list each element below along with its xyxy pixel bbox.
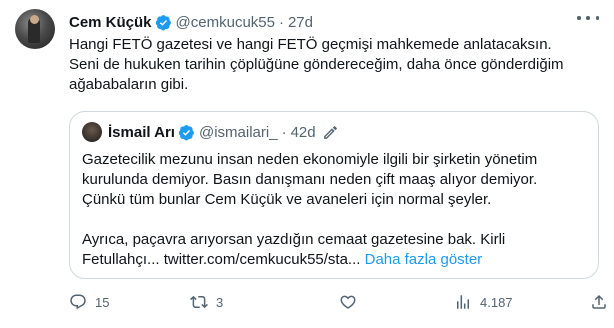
verified-badge-icon xyxy=(178,124,194,140)
retweet-icon xyxy=(190,295,208,309)
tweet-line: ağababaların gibi. xyxy=(69,76,189,93)
author-name[interactable]: Cem Küçük xyxy=(69,14,152,31)
quote-line-truncated: Fetullahçı... twitter.com/cemkucuk55/sta… xyxy=(82,251,361,268)
quote-text: Gazetecilik mezunu insan neden ekonomiyl… xyxy=(82,150,587,270)
share-icon xyxy=(592,294,606,309)
quote-last-line: Fetullahçı... twitter.com/cemkucuk55/sta… xyxy=(82,250,587,270)
edit-icon xyxy=(323,125,337,139)
more-dot xyxy=(586,16,590,20)
quote-header: İsmail Arı @ismailari_ · 42d xyxy=(82,122,339,142)
quote-line: Gazetecilik mezunu insan neden ekonomiyl… xyxy=(82,151,538,168)
quote-line: Ayrıca, paçavra arıyorsan yazdığın cemaa… xyxy=(82,231,506,248)
separator-dot: · xyxy=(278,13,284,31)
quote-line: kurulunda demiyor. Basın danışmanı neden… xyxy=(82,171,538,188)
quote-avatar xyxy=(82,122,102,142)
retweet-button[interactable]: 3 xyxy=(190,290,223,314)
quote-line: Çünkü tüm bunlar Cem Küçük ve avaneleri … xyxy=(82,191,492,208)
views-count: 4.187 xyxy=(480,294,513,310)
reply-count: 15 xyxy=(95,294,110,310)
like-icon xyxy=(340,295,356,309)
show-more-link[interactable]: Daha fazla göster xyxy=(365,251,483,268)
separator-dot: · xyxy=(281,123,287,141)
quote-line xyxy=(82,210,587,230)
reply-icon xyxy=(70,294,86,310)
quoted-tweet[interactable]: İsmail Arı @ismailari_ · 42d Gazetecilik… xyxy=(69,111,599,279)
views-icon xyxy=(457,295,469,309)
tweet-timestamp[interactable]: 27d xyxy=(288,14,313,31)
views-button[interactable]: 4.187 xyxy=(454,290,513,314)
tweet-header: Cem Küçük @cemkucuk55 · 27d xyxy=(69,12,313,32)
reply-button[interactable]: 15 xyxy=(69,290,109,314)
like-button[interactable] xyxy=(339,290,365,314)
tweet-line: Hangi FETÖ gazetesi ve hangi FETÖ geçmiş… xyxy=(69,36,552,53)
more-dot xyxy=(595,16,599,20)
share-button[interactable] xyxy=(590,290,614,314)
verified-badge-icon xyxy=(155,14,171,30)
more-dot xyxy=(577,16,581,20)
author-handle[interactable]: @cemkucuk55 xyxy=(176,14,275,31)
action-bar: 15 3 4.187 xyxy=(69,290,614,314)
tweet-line: Seni de hukuken tarihin çöplüğüne gönder… xyxy=(69,56,564,73)
quote-author-name: İsmail Arı xyxy=(108,123,175,141)
more-icon[interactable] xyxy=(577,10,599,26)
avatar-head xyxy=(30,15,39,24)
quote-timestamp: 42d xyxy=(290,123,316,141)
quote-author-handle: @ismailari_ xyxy=(198,123,278,141)
tweet-text: Hangi FETÖ gazetesi ve hangi FETÖ geçmiş… xyxy=(69,35,599,95)
retweet-count: 3 xyxy=(216,294,224,310)
author-avatar[interactable] xyxy=(15,9,55,49)
